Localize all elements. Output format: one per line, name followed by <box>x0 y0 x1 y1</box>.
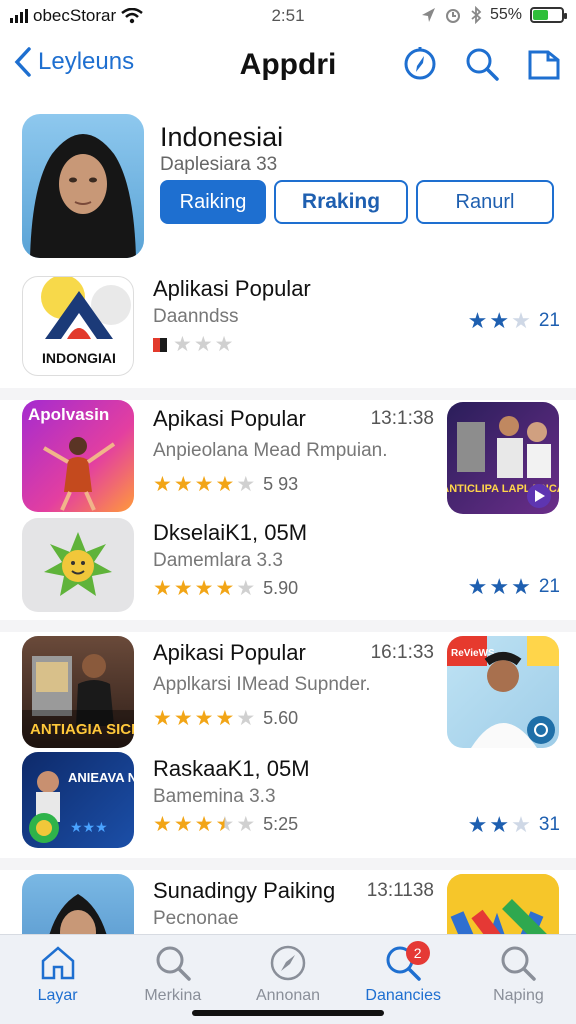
star-rating: ★ ★ ★ ★ ★ 5.60 <box>153 707 299 730</box>
flag-icon <box>153 337 167 352</box>
app-time: 13:1138 <box>366 880 434 901</box>
list-item[interactable]: Apolvasin Apikasi Popular 13:1:38 Anpieo… <box>0 400 576 518</box>
profile-name: Indonesiai <box>160 122 284 152</box>
svg-text:★★★: ★★★ <box>70 819 108 835</box>
search-icon <box>501 946 537 981</box>
battery-percent: 55% <box>489 6 522 23</box>
app-thumbnail[interactable]: ANTICLIPA LAPLASICA <box>447 402 559 514</box>
app-icon: ANTIAGIA SICNCKS <box>22 636 134 748</box>
list-item[interactable]: DkselaiK1, 05M Damemlara 3.3 ★ ★ ★ ★ ★ 5.90 … <box>0 518 576 616</box>
tab-label: Danancies <box>365 987 442 1004</box>
tab-bar: Layar Merkina Annonan 2 Danancies Naping <box>0 934 576 1024</box>
tab-naping[interactable]: Naping <box>461 935 576 1024</box>
home-icon <box>41 946 74 980</box>
app-time: 13:1:38 <box>370 408 434 429</box>
app-subtitle: Anpieolana Mead Rmpuian. <box>153 440 388 461</box>
app-subtitle: Bamemina 3.3 <box>153 786 276 807</box>
app-icon-label: INDONGIAI <box>42 350 116 366</box>
search-icon <box>156 946 191 981</box>
search-icon[interactable] <box>464 46 500 82</box>
app-title: DkselaiK1, 05M <box>153 520 308 545</box>
list-item[interactable]: ANTIAGIA SICNCKS Apikasi Popular 16:1:33… <box>0 634 576 750</box>
app-subtitle: Daanndss <box>153 306 239 327</box>
ranking-button-secondary[interactable]: Rraking <box>274 180 408 224</box>
notification-badge: 2 <box>405 941 430 965</box>
app-icon-label: ANTIAGIA SICNCKS <box>30 721 134 738</box>
app-icon <box>22 518 134 612</box>
ranurl-button[interactable]: Ranurl <box>416 180 554 224</box>
star-rating: ★ ★ ★ ★ ★ 5:25 <box>153 813 299 836</box>
app-subtitle: Applkarsi IMead Supnder. <box>153 674 371 695</box>
location-icon <box>421 8 435 22</box>
tab-label: Naping <box>493 987 544 1004</box>
tab-label: Annonan <box>255 987 321 1004</box>
status-bar: obecStorar 2:51 55% <box>0 0 576 34</box>
app-title: Apikasi Popular <box>153 640 306 665</box>
star-rating: ★ ★ ★ ★ ★ 5.90 <box>153 577 299 600</box>
app-icon-label: ANIEAVA NABL <box>68 770 134 785</box>
ranking-button-primary[interactable]: Raiking <box>160 180 266 224</box>
app-title: Apikasi Popular <box>153 406 306 431</box>
right-rating-value: 21 <box>538 576 560 597</box>
app-icon: INDONGIAI <box>22 276 134 376</box>
app-title: Sunadingy Paiking <box>153 878 336 903</box>
bluetooth-icon <box>471 6 482 24</box>
nav-bar: Leyleuns Appdri <box>0 38 576 94</box>
divider <box>0 388 576 400</box>
divider <box>0 620 576 632</box>
home-indicator <box>192 1010 384 1016</box>
app-subtitle: Damemlara 3.3 <box>153 550 283 571</box>
share-icon[interactable] <box>526 46 562 82</box>
app-icon <box>22 874 134 934</box>
rating-value: 5 93 <box>263 474 299 494</box>
app-icon-label: Apolvasin <box>28 405 109 424</box>
compass-icon <box>270 945 306 981</box>
profile-subtitle: Daplesiara 33 <box>160 154 278 175</box>
rating-value: 5.90 <box>263 578 299 598</box>
list-item[interactable]: INDONGIAI Aplikasi Popular Daanndss ★ ★ ★ … <box>0 270 576 390</box>
right-rating: ★ ★ ★ 21 <box>467 308 560 333</box>
right-rating: ★ ★ ★ 31 <box>467 812 560 837</box>
app-title: RaskaaK1, 05M <box>153 756 310 781</box>
compass-icon[interactable] <box>402 46 438 82</box>
list-item[interactable]: ANIEAVA NABL ★★★ RaskaaK1, 05M Bamemina … <box>0 750 576 866</box>
star-rating: ★ ★ ★ ★ ★ 5 93 <box>153 473 299 496</box>
star-rating: ★ ★ ★ <box>153 332 233 357</box>
tab-label: Merkina <box>144 987 202 1004</box>
rating-value: 5:25 <box>263 814 299 834</box>
right-rating-value: 21 <box>538 310 560 331</box>
divider <box>0 858 576 870</box>
tab-layar[interactable]: Layar <box>0 935 115 1024</box>
battery-icon <box>530 7 567 23</box>
list-item[interactable]: Sunadingy Paiking 13:1138 Pecnonae <box>0 872 576 934</box>
alarm-icon <box>445 9 460 23</box>
app-title: Aplikasi Popular <box>153 276 311 301</box>
app-thumbnail[interactable] <box>447 874 559 934</box>
tab-label: Layar <box>37 987 78 1004</box>
app-thumbnail[interactable]: ReVieWS <box>447 636 559 748</box>
rating-value: 5.60 <box>263 708 299 728</box>
app-icon: Apolvasin <box>22 400 134 512</box>
profile-photo <box>22 114 144 258</box>
app-time: 16:1:33 <box>370 642 434 663</box>
app-subtitle: Pecnonae <box>153 908 239 929</box>
right-rating: ★ ★ ★ 21 <box>467 574 560 599</box>
app-icon: ANIEAVA NABL ★★★ <box>22 752 134 848</box>
right-rating-value: 31 <box>538 814 560 835</box>
featured-profile: Indonesiai Daplesiara 33 Raiking Rraking… <box>0 112 576 262</box>
